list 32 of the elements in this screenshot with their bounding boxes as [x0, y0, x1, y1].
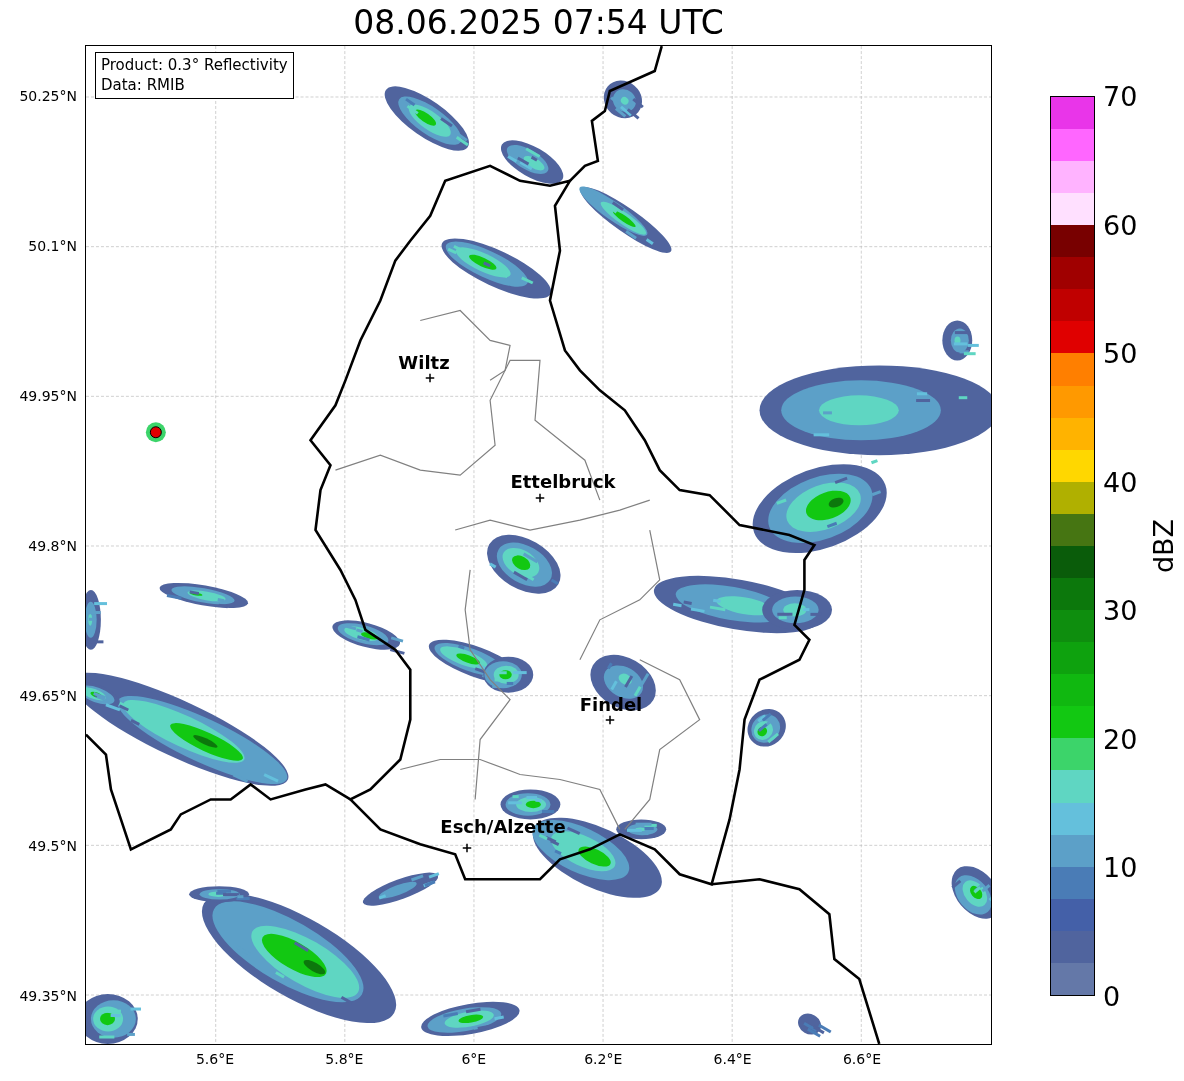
colorbar-tick-label: 60 [1103, 209, 1138, 241]
axis-tick-label: 49.65°N [19, 688, 77, 704]
axis-tick-label: 49.35°N [19, 988, 77, 1004]
colorbar-tick-label: 0 [1103, 980, 1121, 1012]
radar-site-icon [145, 422, 166, 443]
axis-tick-label: 49.8°N [28, 538, 77, 554]
city-marker-icon [425, 373, 435, 383]
city-label: Ettelbruck [510, 470, 616, 492]
city-marker-icon [462, 843, 472, 853]
colorbar-tick-label: 50 [1103, 337, 1138, 369]
axis-tick-label: 49.5°N [28, 838, 77, 854]
city-label: Wiltz [398, 351, 450, 373]
colorbar-tick-label: 20 [1103, 723, 1138, 755]
colorbar-tick-label: 30 [1103, 594, 1138, 626]
axis-tick-label: 6.2°E [584, 1051, 623, 1067]
colorbar-tick-label: 10 [1103, 851, 1138, 883]
axis-tick-label: 49.95°N [19, 388, 77, 404]
axis-tick-label: 50.1°N [28, 238, 77, 254]
axis-tick-label: 6.6°E [842, 1051, 882, 1067]
city-marker-icon [605, 715, 615, 725]
chart-title: 08.06.2025 07:54 UTC [352, 3, 724, 42]
axis-tick-label: 6°E [461, 1051, 487, 1067]
legend-text: Product: 0.3° Reflectivity [101, 55, 288, 75]
colorbar-tick-label: 40 [1103, 466, 1138, 498]
axis-tick-label: 5.8°E [325, 1051, 364, 1067]
colorbar-label: dBZ [1147, 518, 1179, 574]
colorbar-tick-label: 70 [1103, 80, 1138, 112]
city-marker-icon [535, 493, 545, 503]
axis-tick-label: 6.4°E [713, 1051, 752, 1067]
axis-tick-label: 5.6°E [195, 1051, 235, 1067]
legend-text: Data: RMIB [101, 75, 186, 95]
axis-tick-label: 50.25°N [19, 88, 77, 104]
